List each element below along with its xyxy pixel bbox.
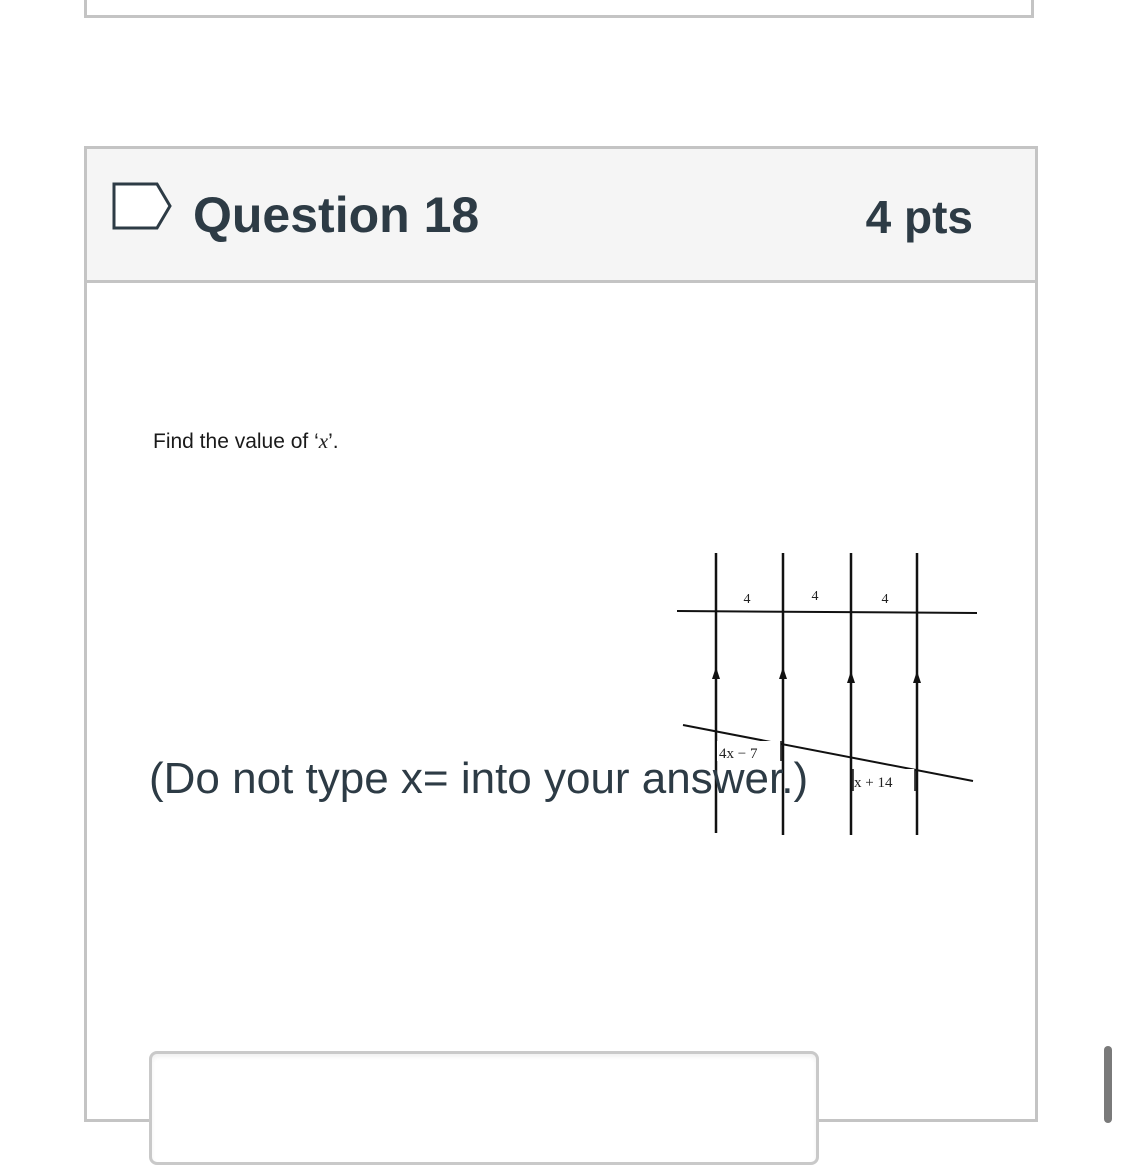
parallel-arrow-icon xyxy=(847,671,855,683)
parallel-arrow-icon xyxy=(913,671,921,683)
right-expression-label: x + 14 xyxy=(854,775,893,791)
parallel-arrow-icon xyxy=(779,667,787,679)
question-prompt: Find the value of ‘x’. xyxy=(153,429,339,454)
prompt-prefix: Find the value of ‘ xyxy=(153,430,319,453)
prompt-variable: x xyxy=(318,429,329,453)
flag-question-icon[interactable] xyxy=(111,181,173,231)
answer-instruction: (Do not type x= into your answer.) xyxy=(149,754,809,803)
top-segment-label-1: 4 xyxy=(744,592,751,607)
parallel-arrow-icon xyxy=(712,667,720,679)
question-body: Find the value of ‘x’. 4 4 4 4x − 7 x + … xyxy=(87,283,1035,1165)
question-card: Question 18 4 pts Find the value of ‘x’. xyxy=(84,146,1038,1165)
answer-input[interactable] xyxy=(149,1051,819,1165)
top-transversal xyxy=(676,610,978,614)
question-header: Question 18 4 pts xyxy=(87,149,1035,283)
scrollbar-thumb[interactable] xyxy=(1104,1046,1112,1123)
top-segment-label-2: 4 xyxy=(812,589,819,604)
top-segment-label-3: 4 xyxy=(882,592,889,607)
prompt-suffix: ’. xyxy=(328,430,339,453)
question-points: 4 pts xyxy=(865,191,973,243)
question-title: Question 18 xyxy=(193,187,480,243)
previous-question-card xyxy=(84,0,1034,18)
